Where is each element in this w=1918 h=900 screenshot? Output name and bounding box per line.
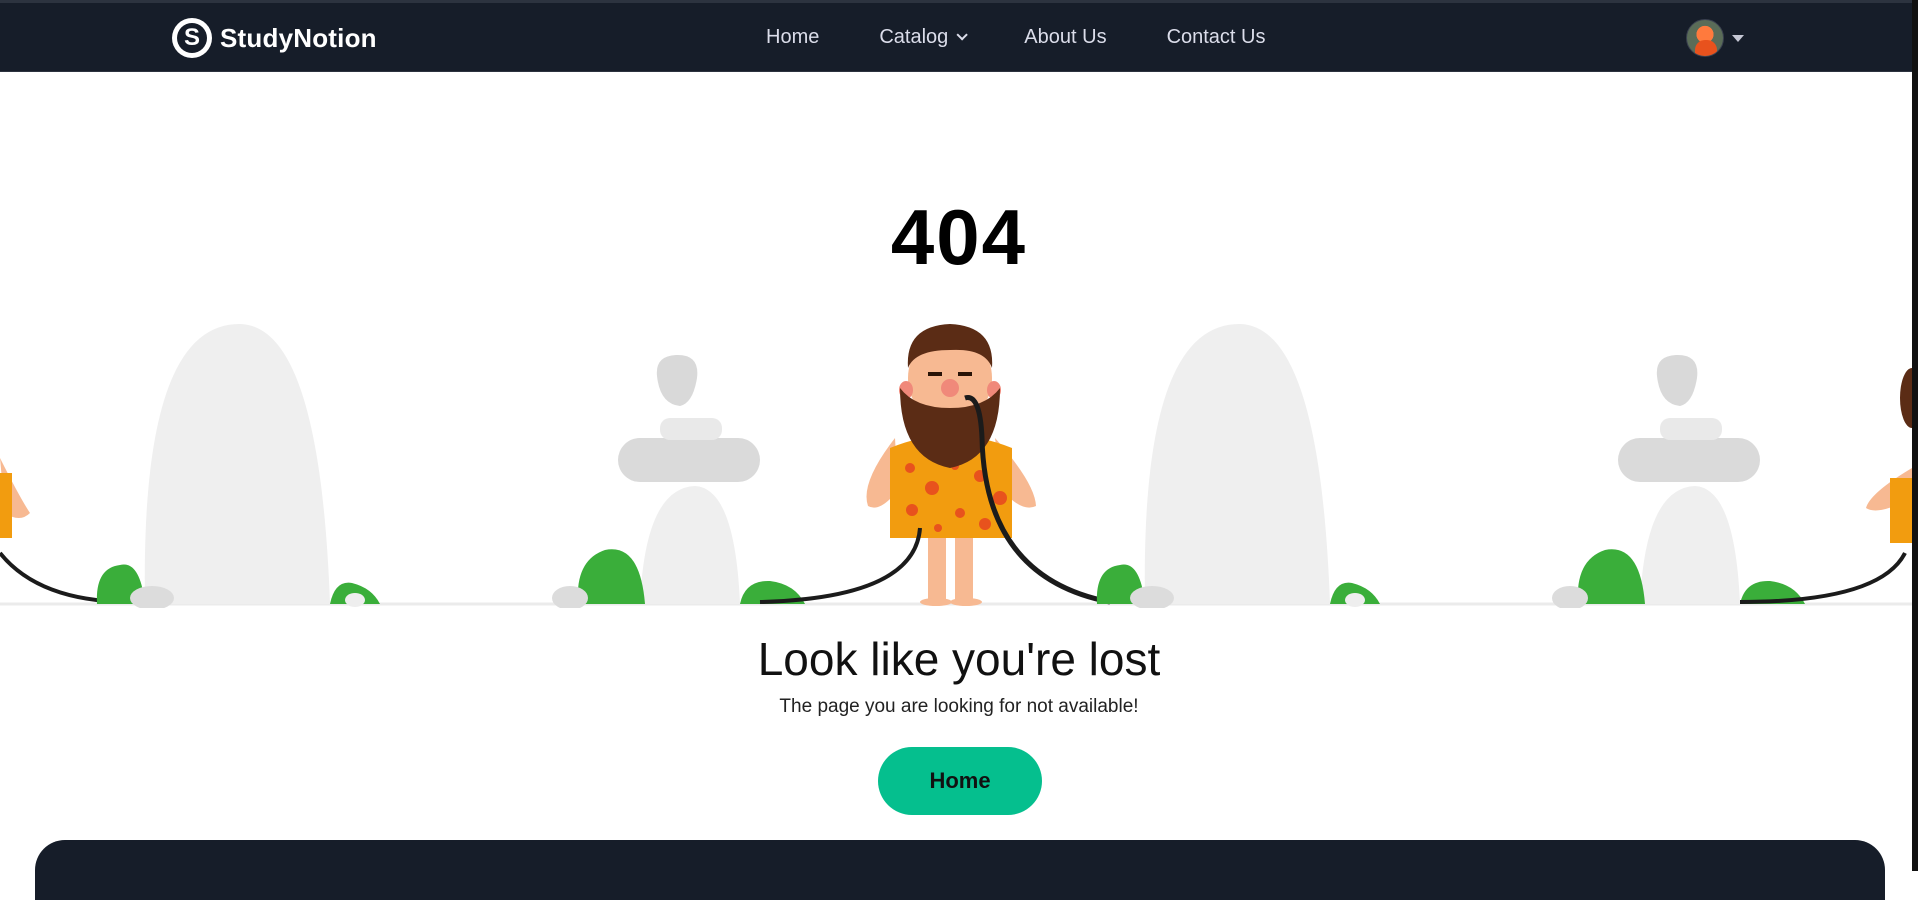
study-notion-logo-icon: S — [172, 18, 212, 58]
caveman — [759, 324, 1111, 606]
lost-subtitle: The page you are looking for not availab… — [779, 696, 1139, 717]
chevron-down-icon — [956, 29, 969, 41]
logo-text: StudyNotion — [220, 22, 377, 53]
rock-left — [144, 323, 330, 604]
nav-link-catalog[interactable]: Catalog — [879, 25, 969, 49]
profile-menu[interactable] — [1686, 19, 1744, 57]
avatar — [1686, 19, 1724, 57]
lost-title: Look like you're lost — [757, 633, 1161, 685]
logo[interactable]: S StudyNotion — [172, 18, 377, 58]
error-code: 404 — [890, 193, 1028, 281]
main-content: 404 Look like you're lost The page you a… — [0, 72, 1912, 871]
scrollbar[interactable] — [1912, 0, 1918, 871]
nav-links: Home Catalog About Us Contact Us — [766, 3, 1326, 71]
nav-link-about[interactable]: About Us — [1024, 26, 1106, 49]
home-button[interactable]: Home — [878, 747, 1042, 815]
navbar: S StudyNotion Home Catalog About Us Cont… — [0, 0, 1918, 72]
caveman-scene-svg — [0, 323, 1912, 608]
nav-link-catalog-label: Catalog — [879, 25, 949, 48]
nav-link-contact[interactable]: Contact Us — [1167, 26, 1266, 49]
footer — [35, 840, 1885, 900]
caret-down-icon — [1732, 34, 1744, 42]
caveman-illustration — [0, 298, 1912, 608]
nav-link-home[interactable]: Home — [766, 26, 819, 49]
